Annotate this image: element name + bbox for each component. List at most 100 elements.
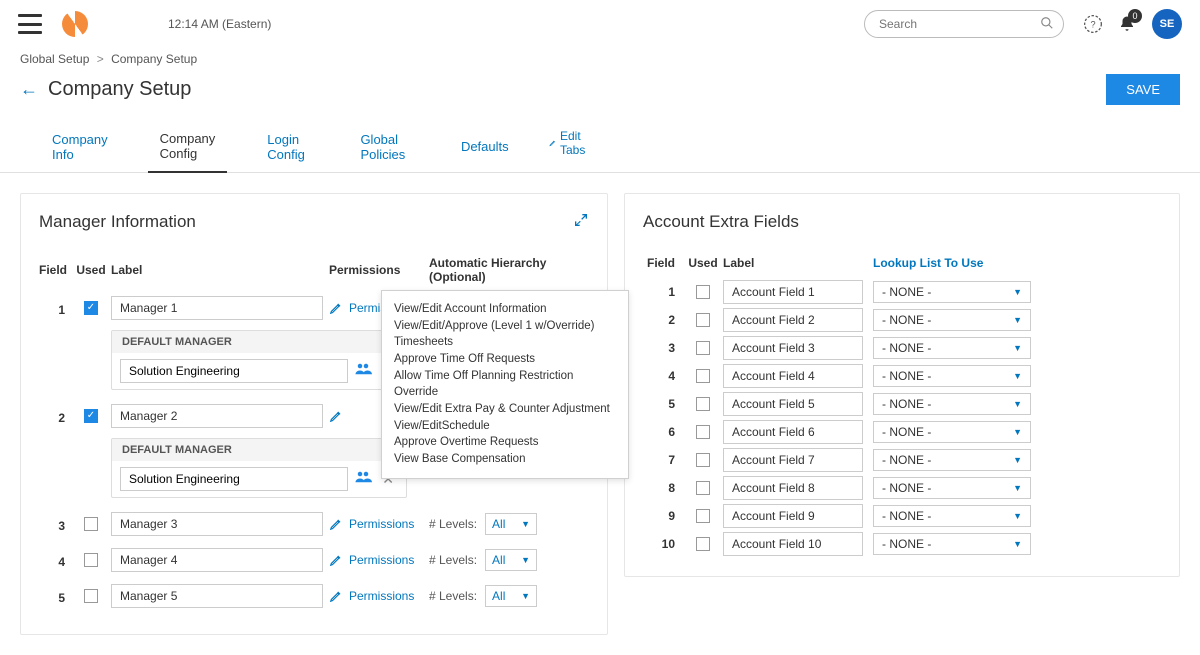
timezone-label: 12:14 AM (Eastern) [168,17,271,31]
manager-panel-title: Manager Information [39,212,589,232]
used-checkbox[interactable] [84,409,98,423]
tab-login-config[interactable]: Login Config [255,124,320,172]
used-checkbox[interactable] [696,397,710,411]
lookup-select[interactable]: - NONE -▼ [873,281,1031,303]
search-wrap [864,10,1064,38]
pencil-icon[interactable] [329,409,343,423]
topbar: 12:14 AM (Eastern) ? 0 SE [0,0,1200,48]
group-icon[interactable] [354,470,372,489]
lookup-select[interactable]: - NONE -▼ [873,533,1031,555]
used-checkbox[interactable] [696,341,710,355]
tab-company-info[interactable]: Company Info [40,124,120,172]
save-button[interactable]: SAVE [1106,74,1180,105]
permissions-link[interactable]: Permissions [349,517,414,531]
lookup-select[interactable]: - NONE -▼ [873,421,1031,443]
extra-label-input[interactable] [723,476,863,500]
pencil-icon[interactable] [329,589,343,603]
lookup-select[interactable]: - NONE -▼ [873,393,1031,415]
pencil-icon[interactable] [329,517,343,531]
manager-label-input[interactable] [111,404,323,428]
panel-expand-icon[interactable] [573,212,589,231]
extra-row: 5- NONE -▼ [643,390,1161,418]
search-input[interactable] [864,10,1064,38]
used-checkbox[interactable] [696,425,710,439]
extra-row: 1- NONE -▼ [643,278,1161,306]
bell-icon[interactable]: 0 [1116,13,1138,35]
extra-row: 9 - NONE -▼ [643,502,1161,530]
extra-label-input[interactable] [723,420,863,444]
panels: Manager Information Field Used Label Per… [0,173,1200,655]
pencil-icon[interactable] [329,301,343,315]
search-icon[interactable] [1040,16,1054,30]
extra-label-input[interactable] [723,308,863,332]
default-manager-block: DEFAULT MANAGER ✕ [111,438,407,498]
manager-label-input[interactable] [111,548,323,572]
logo[interactable] [62,11,88,37]
pencil-icon[interactable] [329,553,343,567]
group-icon[interactable] [354,362,372,381]
permissions-tooltip: View/Edit Account Information View/Edit/… [381,290,629,479]
manager-table-header: Field Used Label Permissions Automatic H… [39,256,589,284]
extra-row: 10- NONE -▼ [643,530,1161,558]
used-checkbox[interactable] [84,553,98,567]
menu-icon[interactable] [18,14,42,34]
lookup-select[interactable]: - NONE -▼ [873,365,1031,387]
used-checkbox[interactable] [696,313,710,327]
manager-row: 3 Permissions # Levels: All▼ [39,508,589,540]
extra-panel-title: Account Extra Fields [643,212,1161,232]
bell-badge: 0 [1128,9,1142,23]
manager-label-input[interactable] [111,584,323,608]
used-checkbox[interactable] [696,509,710,523]
extra-label-input[interactable] [723,532,863,556]
permissions-link[interactable]: Permissions [349,553,414,567]
extra-field-num: 9 [643,509,683,523]
used-checkbox[interactable] [84,301,98,315]
extra-label-input[interactable] [723,280,863,304]
avatar[interactable]: SE [1152,9,1182,39]
extra-label-input[interactable] [723,448,863,472]
edit-tabs-link[interactable]: Edit Tabs [549,129,590,167]
used-checkbox[interactable] [696,369,710,383]
used-checkbox[interactable] [696,453,710,467]
tab-global-policies[interactable]: Global Policies [348,124,421,172]
extra-field-num: 3 [643,341,683,355]
levels-select[interactable]: All▼ [485,549,537,571]
used-checkbox[interactable] [696,537,710,551]
page-head: ← Company Setup SAVE [0,74,1200,111]
extra-label-input[interactable] [723,364,863,388]
lookup-select[interactable]: - NONE -▼ [873,477,1031,499]
back-arrow-icon[interactable]: ← [20,79,38,100]
extra-fields-panel: Account Extra Fields Field Used Label Lo… [624,193,1180,577]
help-icon[interactable]: ? [1082,13,1104,35]
permissions-link[interactable]: Permissions [349,589,414,603]
breadcrumb: Global Setup Company Setup [0,48,1200,74]
used-checkbox[interactable] [84,517,98,531]
pencil-icon [549,137,556,149]
svg-text:?: ? [1090,19,1095,29]
levels-select[interactable]: All▼ [485,585,537,607]
extra-row: 3 - NONE -▼ [643,334,1161,362]
extra-row: 6- NONE -▼ [643,418,1161,446]
manager-row: 5 Permissions # Levels: All▼ [39,580,589,612]
default-manager-block: DEFAULT MANAGER ✕ [111,330,407,390]
lookup-select[interactable]: - NONE -▼ [873,337,1031,359]
levels-select[interactable]: All▼ [485,513,537,535]
extra-row: 7- NONE -▼ [643,446,1161,474]
extra-label-input[interactable] [723,392,863,416]
used-checkbox[interactable] [84,589,98,603]
used-checkbox[interactable] [696,285,710,299]
manager-label-input[interactable] [111,512,323,536]
extra-label-input[interactable] [723,336,863,360]
breadcrumb-item[interactable]: Company Setup [93,52,197,66]
tab-company-config[interactable]: Company Config [148,123,228,173]
lookup-select[interactable]: - NONE -▼ [873,505,1031,527]
lookup-select[interactable]: - NONE -▼ [873,449,1031,471]
default-manager-input[interactable] [120,359,348,383]
tab-defaults[interactable]: Defaults [449,131,521,164]
used-checkbox[interactable] [696,481,710,495]
manager-label-input[interactable] [111,296,323,320]
breadcrumb-item[interactable]: Global Setup [20,52,89,66]
default-manager-input[interactable] [120,467,348,491]
extra-label-input[interactable] [723,504,863,528]
lookup-select[interactable]: - NONE -▼ [873,309,1031,331]
